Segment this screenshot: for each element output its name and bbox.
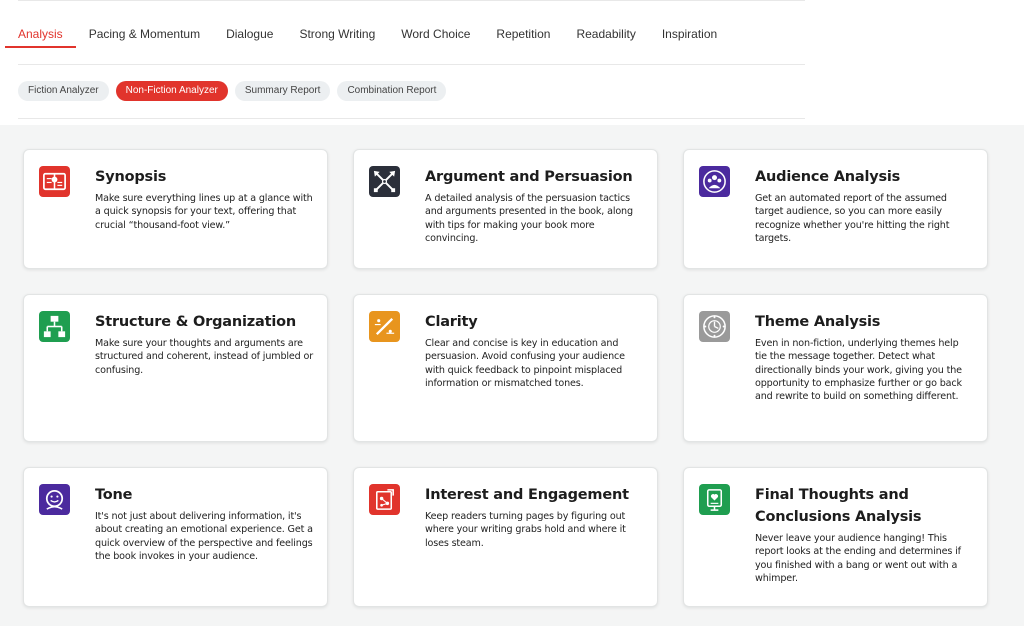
card-synopsis[interactable]: Synopsis Make sure everything lines up a… <box>23 149 328 269</box>
report-header: Analysis Pacing & Momentum Dialogue Stro… <box>0 0 805 125</box>
tab-pacing-momentum[interactable]: Pacing & Momentum <box>89 18 200 48</box>
divider <box>18 64 805 65</box>
divider <box>18 118 805 119</box>
pill-combination-report[interactable]: Combination Report <box>337 81 447 101</box>
analyzer-pills: Fiction Analyzer Non-Fiction Analyzer Su… <box>18 81 453 101</box>
card-clarity[interactable]: Clarity Clear and concise is key in educ… <box>353 294 658 442</box>
card-title: Theme Analysis <box>755 314 881 330</box>
conclusion-icon <box>699 484 730 515</box>
card-description: It's not just about delivering informati… <box>95 511 313 562</box>
card-audience-analysis[interactable]: Audience Analysis Get an automated repor… <box>683 149 988 269</box>
clarity-icon <box>369 311 400 342</box>
card-description: Even in non-fiction, underlying themes h… <box>755 338 962 403</box>
card-theme-analysis[interactable]: Theme Analysis Even in non-fiction, unde… <box>683 294 988 442</box>
theme-icon <box>699 311 730 342</box>
structure-icon <box>39 311 70 342</box>
card-title: Interest and Engagement <box>425 487 629 503</box>
card-title: Argument and Persuasion <box>425 169 633 185</box>
card-title: Synopsis <box>95 169 167 185</box>
card-title: Final Thoughts and Conclusions Analysis <box>755 487 922 525</box>
card-structure-organization[interactable]: Structure & Organization Make sure your … <box>23 294 328 442</box>
main-tabs: Analysis Pacing & Momentum Dialogue Stro… <box>5 18 743 48</box>
card-title: Audience Analysis <box>755 169 901 185</box>
tab-strong-writing[interactable]: Strong Writing <box>299 18 375 48</box>
card-description: Never leave your audience hanging! This … <box>755 533 961 584</box>
tab-dialogue[interactable]: Dialogue <box>226 18 273 48</box>
card-final-thoughts-conclusions[interactable]: Final Thoughts and Conclusions Analysis … <box>683 467 988 607</box>
card-description: Make sure your thoughts and arguments ar… <box>95 338 314 376</box>
card-interest-engagement[interactable]: Interest and Engagement Keep readers tur… <box>353 467 658 607</box>
tab-analysis[interactable]: Analysis <box>5 18 76 48</box>
tab-readability[interactable]: Readability <box>576 18 635 48</box>
tab-repetition[interactable]: Repetition <box>496 18 550 48</box>
book-icon <box>39 166 70 197</box>
pill-summary-report[interactable]: Summary Report <box>234 81 331 101</box>
card-description: Get an automated report of the assumed t… <box>755 193 950 244</box>
report-card-grid: Synopsis Make sure everything lines up a… <box>0 125 1024 626</box>
engagement-icon <box>369 484 400 515</box>
card-argument-persuasion[interactable]: Argument and Persuasion A detailed analy… <box>353 149 658 269</box>
card-title: Tone <box>95 487 133 503</box>
tab-word-choice[interactable]: Word Choice <box>401 18 470 48</box>
card-title: Clarity <box>425 314 478 330</box>
card-description: Clear and concise is key in education an… <box>425 338 625 389</box>
pill-fiction-analyzer[interactable]: Fiction Analyzer <box>18 81 109 101</box>
pill-non-fiction-analyzer[interactable]: Non-Fiction Analyzer <box>115 81 228 101</box>
card-description: Make sure everything lines up at a glanc… <box>95 193 313 231</box>
divider <box>18 0 805 1</box>
card-tone[interactable]: Tone It's not just about delivering info… <box>23 467 328 607</box>
crossed-swords-icon <box>369 166 400 197</box>
card-title: Structure & Organization <box>95 314 296 330</box>
card-description: A detailed analysis of the persuasion ta… <box>425 193 633 244</box>
tone-icon <box>39 484 70 515</box>
card-description: Keep readers turning pages by figuring o… <box>425 511 626 549</box>
tab-inspiration[interactable]: Inspiration <box>662 18 717 48</box>
audience-icon <box>699 166 730 197</box>
